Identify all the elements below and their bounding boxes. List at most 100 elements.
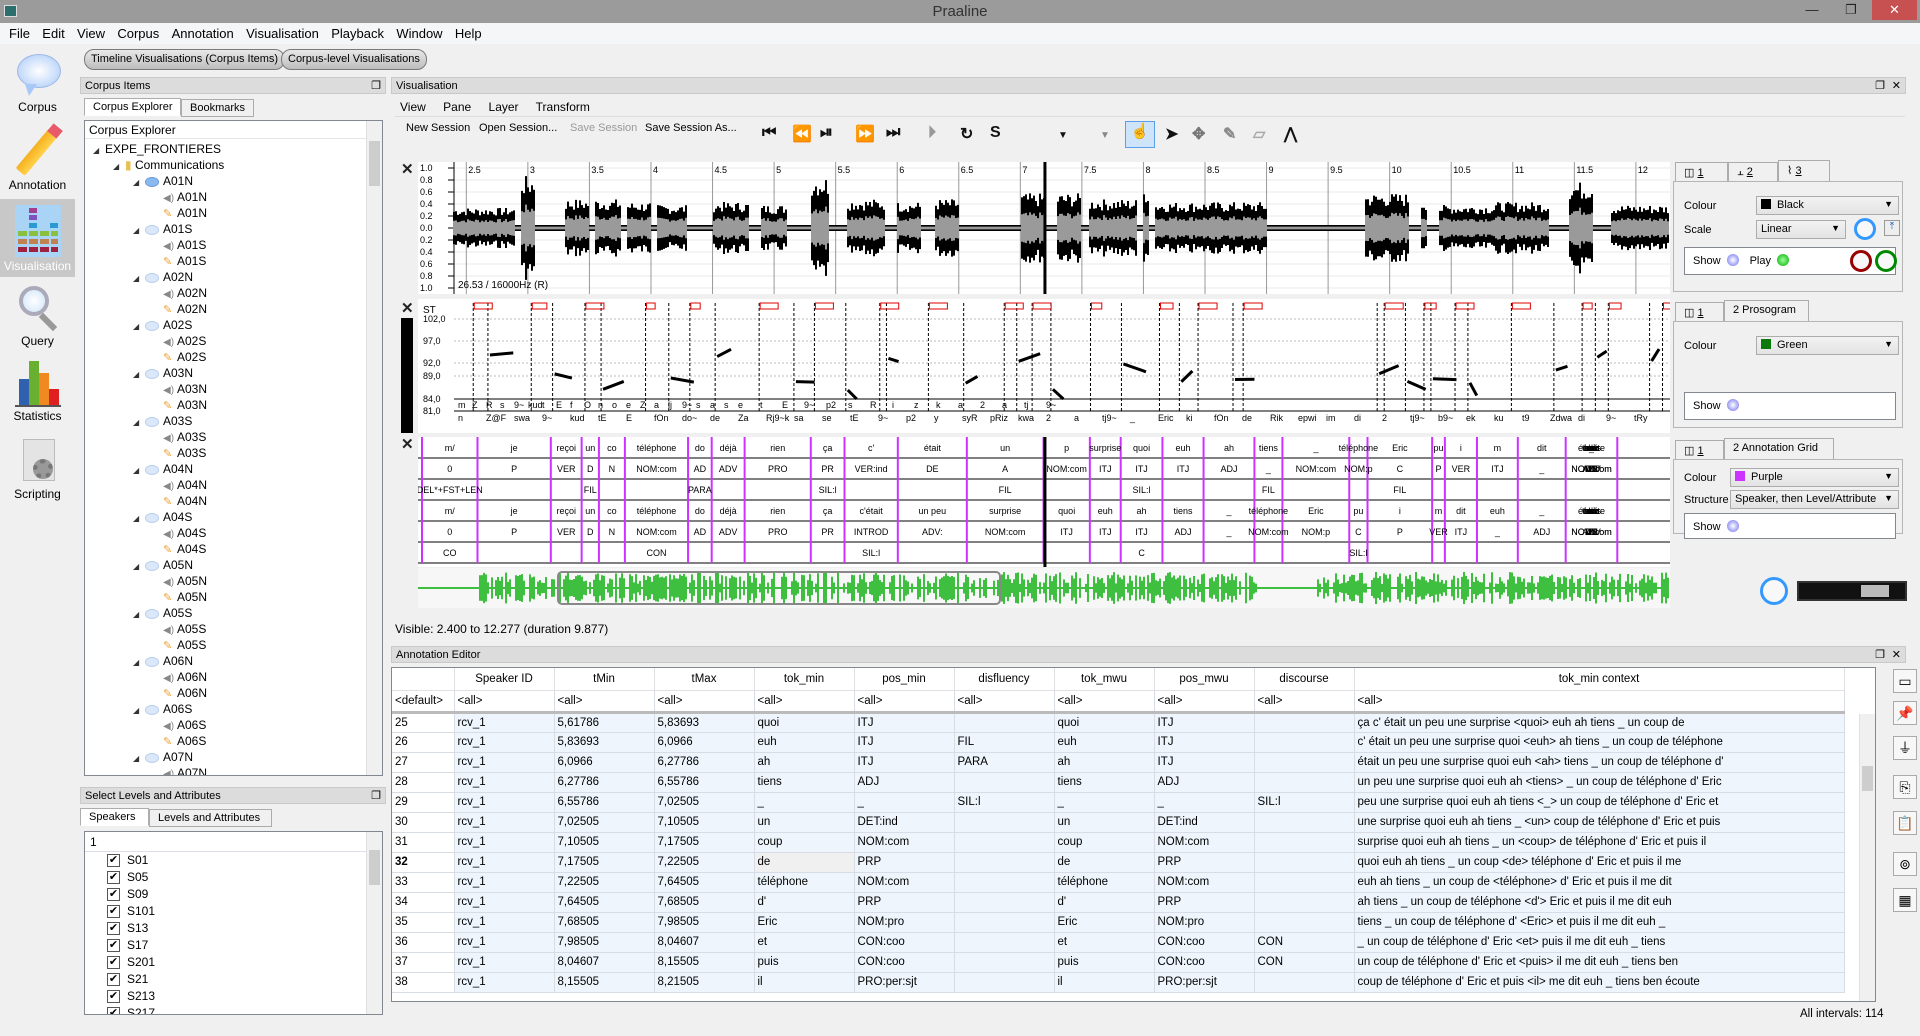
expand-icon[interactable]: ◢	[133, 271, 145, 287]
colour-select[interactable]: Green ▼	[1756, 336, 1899, 355]
table-cell[interactable]	[1254, 892, 1355, 913]
table-cell[interactable]: 7,02505	[654, 792, 755, 813]
table-cell[interactable]	[1254, 772, 1355, 793]
zoom-knob[interactable]	[1760, 577, 1788, 605]
table-cell[interactable]: ITJ	[854, 712, 955, 733]
table-cell[interactable]: il	[754, 972, 855, 993]
tree-annotation[interactable]: ✎ A06S	[163, 733, 206, 749]
table-cell[interactable]: quoi euh ah tiens _ un coup <de> télépho…	[1354, 852, 1845, 873]
table-cell[interactable]: ITJ	[854, 752, 955, 773]
column-filter[interactable]: <all>	[454, 690, 555, 714]
table-cell[interactable]	[1254, 912, 1355, 933]
table-cell[interactable]: 38	[392, 972, 455, 993]
table-cell[interactable]: 31	[392, 832, 455, 853]
tree-communication[interactable]: ◢ A03N	[133, 365, 193, 381]
layer-tab-3[interactable]: ⌇ 3	[1778, 160, 1830, 182]
table-cell[interactable]: CON:coo	[854, 952, 955, 973]
expand-icon[interactable]: ◢	[133, 751, 145, 767]
expand-icon[interactable]: ◢	[133, 511, 145, 527]
table-row[interactable]: 36 rcv_1 7,98505 8,04607 et CON:coo et CON:coo C…	[392, 932, 1845, 953]
sidebar-item-visualisation[interactable]: Visualisation	[0, 199, 75, 277]
tree-recording[interactable]: ◀) A03S	[163, 429, 206, 445]
tree-annotation[interactable]: ✎ A05N	[163, 589, 207, 605]
tree-communication[interactable]: ◢ A05N	[133, 557, 193, 573]
table-cell[interactable]: rcv_1	[454, 832, 555, 853]
tree-recording[interactable]: ◀) A07N	[163, 765, 207, 775]
table-cell[interactable]: un peu une surprise quoi euh ah <tiens> …	[1354, 772, 1845, 793]
tree-recording[interactable]: ◀) A01N	[163, 189, 207, 205]
table-cell[interactable]: ça c' était un peu une surprise <quoi> e…	[1354, 712, 1845, 733]
table-cell[interactable]: 37	[392, 952, 455, 973]
table-cell[interactable]: 33	[392, 872, 455, 893]
table-cell[interactable]: 7,68505	[654, 892, 755, 913]
corpus-level-visualisations-button[interactable]: Corpus-level Visualisations	[281, 49, 427, 70]
volume-knob[interactable]	[1875, 250, 1897, 272]
tab-speakers[interactable]: Speakers	[80, 808, 149, 826]
sidebar-item-annotation[interactable]: Annotation	[0, 123, 75, 200]
speaker-checkbox[interactable]: ✔	[107, 973, 120, 986]
column-filter[interactable]: <all>	[854, 690, 955, 714]
table-cell[interactable]: 30	[392, 812, 455, 833]
table-cell[interactable]	[1254, 972, 1355, 993]
table-cell[interactable]: euh ah tiens _ un coup de <téléphone> d'…	[1354, 872, 1845, 893]
speaker-checkbox[interactable]: ✔	[107, 956, 120, 969]
table-cell[interactable]: 5,83693	[554, 732, 655, 753]
tree-recording[interactable]: ◀) A05S	[163, 621, 206, 637]
scale-select[interactable]: Linear ▼	[1756, 220, 1846, 239]
table-cell[interactable]: SIL:l	[1254, 792, 1355, 813]
column-filter[interactable]: <all>	[1154, 690, 1255, 714]
measure-compass-icon[interactable]: ⋀	[1284, 124, 1297, 144]
structure-select[interactable]: Speaker, then Level/Attribute ▼	[1730, 490, 1899, 509]
table-cell[interactable]: rcv_1	[454, 852, 555, 873]
table-cell[interactable]: CON	[1254, 952, 1355, 973]
expand-icon[interactable]: ◢	[133, 607, 145, 623]
table-row[interactable]: 34 rcv_1 7,64505 7,68505 d' PRP d' PRP ah tiens …	[392, 892, 1845, 913]
table-cell[interactable]: euh	[1054, 732, 1155, 753]
tree-corpus-root[interactable]: ◢ EXPE_FRONTIERES	[93, 141, 221, 157]
table-cell[interactable]: 8,21505	[654, 972, 755, 993]
waveform-pane[interactable]: 1.0 0.8 0.6 0.4 0.2 0.0 0.2 0.4 0.6 0.8 1.0 2.5 3 3.5…	[418, 162, 1670, 294]
table-cell[interactable]: 7,22505	[554, 872, 655, 893]
navigate-hand-icon[interactable]: ☝	[1125, 121, 1155, 148]
table-cell[interactable]	[954, 932, 1055, 953]
save-session-as-button[interactable]: Save Session As...	[645, 122, 737, 134]
float-dock-icon[interactable]: ❐	[1875, 648, 1885, 661]
table-cell[interactable]	[954, 712, 1055, 733]
tree-recording[interactable]: ◀) A04N	[163, 477, 207, 493]
tree-annotation[interactable]: ✎ A06N	[163, 685, 207, 701]
table-cell[interactable]: 29	[392, 792, 455, 813]
table-cell[interactable]	[954, 772, 1055, 793]
prosogram-pane[interactable]: ST 102,0 97,0 92,0 89,0 84,0 81,0 m Z Rs 9~ kud t Ef O…	[418, 299, 1712, 433]
table-cell[interactable]: puis	[754, 952, 855, 973]
window-icon[interactable]: ▭	[1893, 669, 1917, 693]
tree-communication[interactable]: ◢ A01S	[133, 221, 192, 237]
copy-icon[interactable]: ⎘	[1893, 775, 1917, 799]
table-cell[interactable]	[1254, 732, 1355, 753]
tree-annotation[interactable]: ✎ A04S	[163, 541, 206, 557]
float-dock-icon[interactable]: ❐	[371, 79, 381, 92]
filter-icon[interactable]: ⏚	[1893, 736, 1917, 760]
solo-icon[interactable]: S	[990, 124, 1001, 142]
dropdown-arrow-icon[interactable]: ▼	[1058, 130, 1068, 141]
table-cell[interactable]: DET:ind	[1154, 812, 1255, 833]
open-session-button[interactable]: Open Session...	[479, 122, 557, 134]
expand-icon[interactable]: ◢	[133, 703, 145, 719]
speaker-checkbox[interactable]: ✔	[107, 939, 120, 952]
table-cell[interactable]	[954, 832, 1055, 853]
sidebar-item-corpus[interactable]: Corpus	[0, 50, 75, 120]
play-toggle[interactable]	[1777, 254, 1789, 266]
minimize-button[interactable]: —	[1793, 0, 1831, 20]
save-session-button[interactable]: Save Session	[570, 122, 637, 134]
speaker-checkbox[interactable]: ✔	[107, 922, 120, 935]
speakers-scrollbar[interactable]	[366, 832, 382, 1014]
layer-tab-prosogram[interactable]: 2 Prosogram	[1724, 300, 1809, 322]
table-cell[interactable]: ITJ	[1154, 712, 1255, 733]
expand-icon[interactable]: ◢	[133, 223, 145, 239]
table-cell[interactable]	[954, 972, 1055, 993]
move-icon[interactable]: ✥	[1192, 124, 1205, 144]
table-cell[interactable]	[1254, 872, 1355, 893]
table-cell[interactable]: c' était un peu une surprise quoi <euh> …	[1354, 732, 1845, 753]
tree-recording[interactable]: ◀) A01S	[163, 237, 206, 253]
play-pause-icon[interactable]: ⏯	[820, 124, 833, 142]
table-cell[interactable]: CON:coo	[854, 932, 955, 953]
